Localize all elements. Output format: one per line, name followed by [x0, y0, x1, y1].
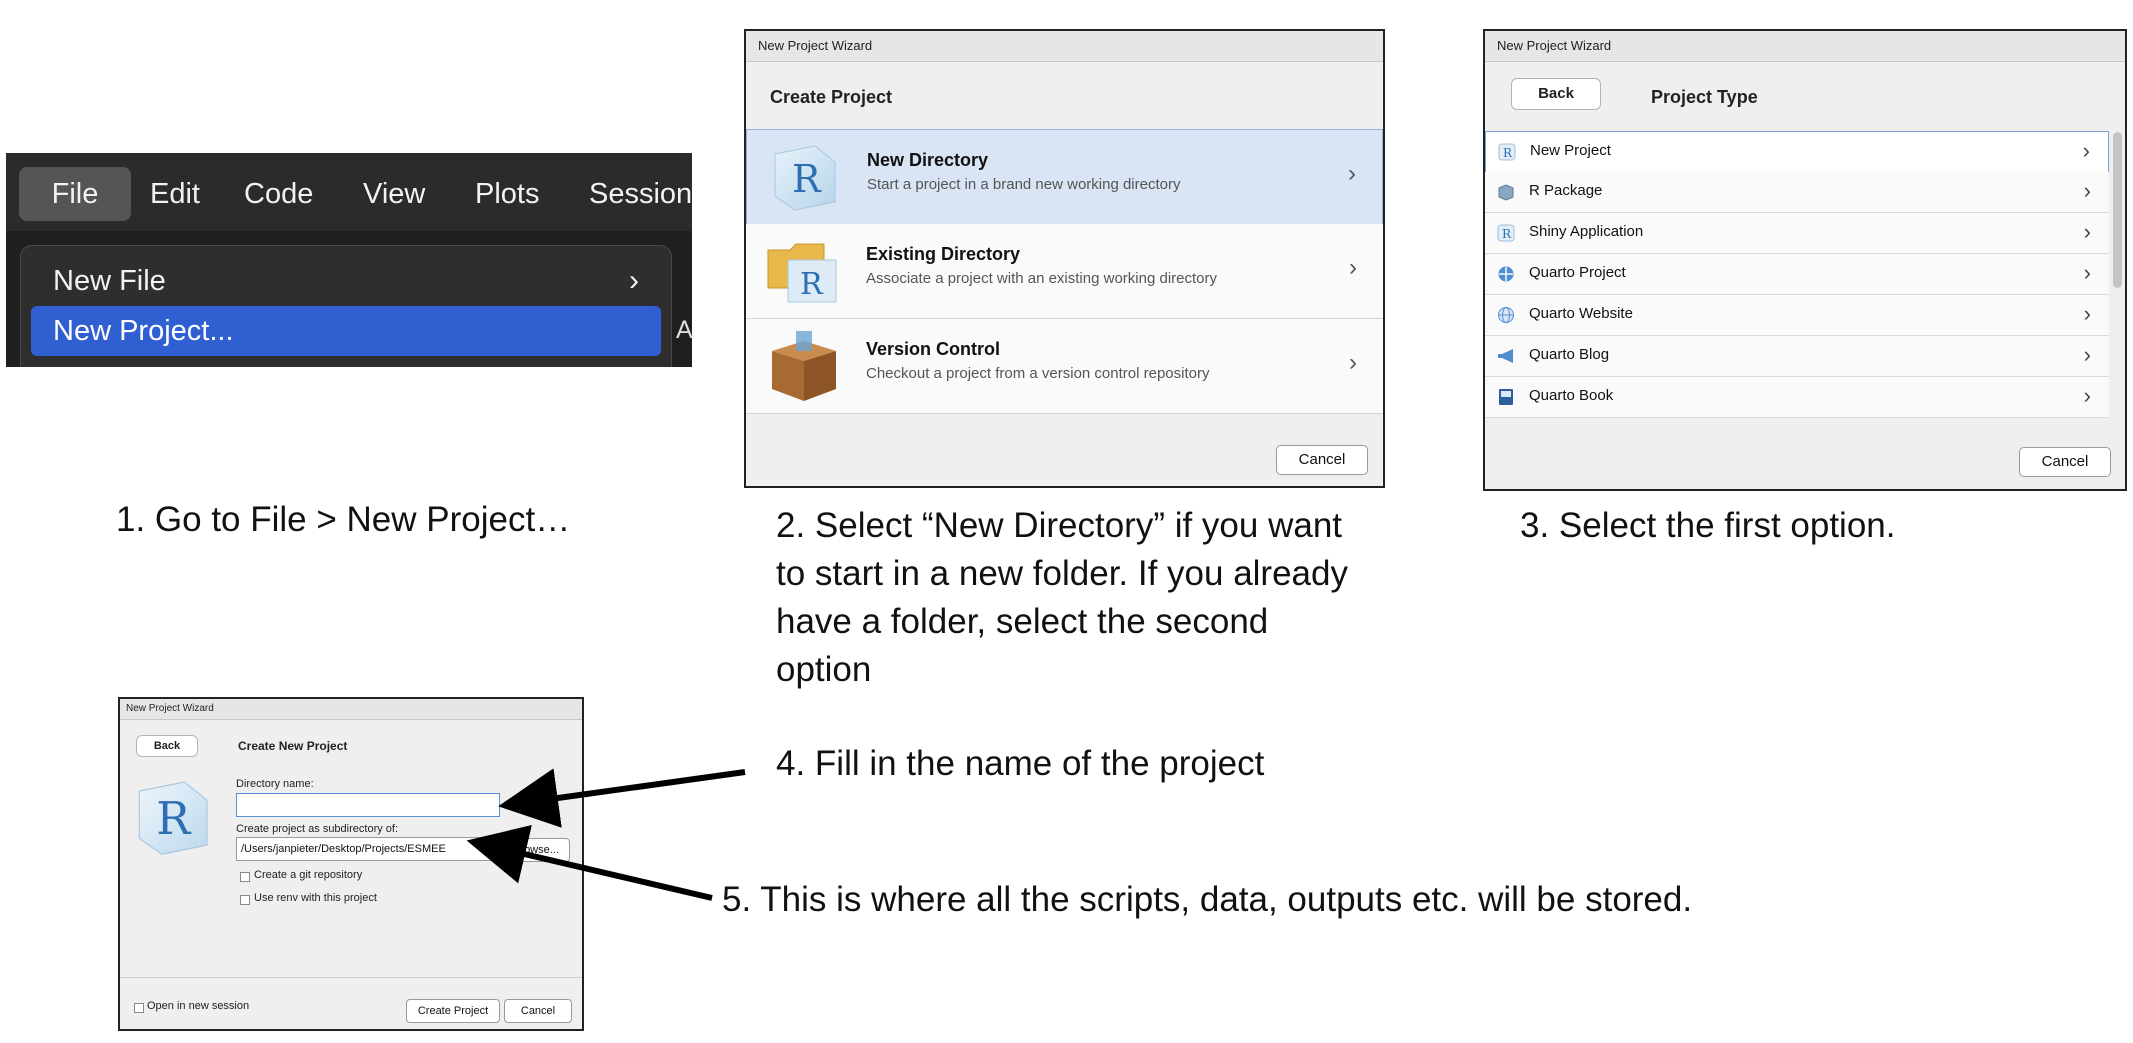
caption-step-1: 1. Go to File > New Project… [116, 500, 571, 539]
caption-step-3: 3. Select the first option. [1520, 506, 1896, 545]
arrow-to-subdirectory [466, 825, 713, 901]
caption-step-5: 5. This is where all the scripts, data, … [722, 880, 1693, 919]
arrow-to-directory-name [498, 768, 746, 828]
caption-step-2: 2. Select “New Directory” if you want to… [776, 506, 1348, 689]
caption-step-4: 4. Fill in the name of the project [776, 744, 1265, 783]
